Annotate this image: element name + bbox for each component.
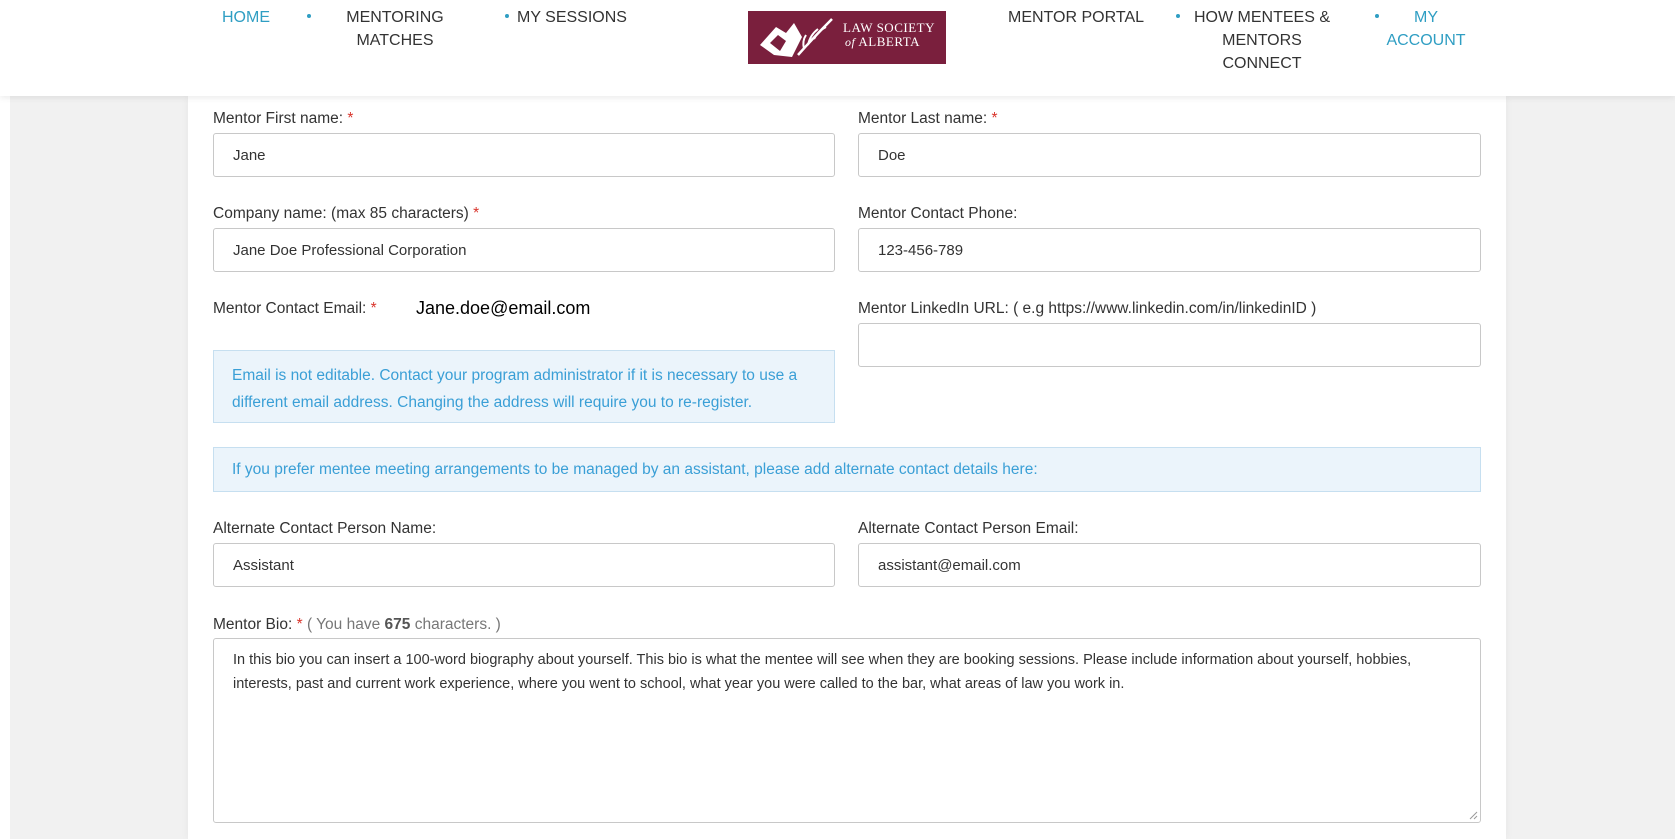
assistant-note: If you prefer mentee meeting arrangement…	[213, 447, 1481, 492]
logo-line1: LAW SOCIETY	[843, 20, 935, 35]
law-society-emblem-icon	[760, 18, 833, 57]
first-name-input[interactable]: Jane	[213, 133, 835, 177]
bio-label: Mentor Bio: * ( You have 675 characters.…	[213, 616, 501, 633]
first-name-label: Mentor First name: *	[213, 110, 354, 127]
nav-how-connect[interactable]: HOW MENTEES & MENTORS CONNECT	[1190, 6, 1334, 75]
phone-input[interactable]: 123-456-789	[858, 228, 1481, 272]
nav-mentor-portal[interactable]: MENTOR PORTAL	[1008, 6, 1144, 29]
logo-of: of	[845, 35, 856, 49]
resize-grip-icon[interactable]	[1468, 810, 1478, 820]
linkedin-label: Mentor LinkedIn URL: ( e.g https://www.l…	[858, 300, 1317, 317]
law-society-logo[interactable]: LAW SOCIETY of ALBERTA	[748, 11, 946, 64]
logo-alberta: ALBERTA	[858, 34, 921, 49]
site-header: HOME MENTORING MATCHES MY SESSIONS LAW S…	[0, 0, 1675, 96]
last-name-label: Mentor Last name: *	[858, 110, 998, 127]
email-value: Jane.doe@email.com	[416, 298, 591, 318]
company-input[interactable]: Jane Doe Professional Corporation	[213, 228, 835, 272]
nav-mentoring-matches[interactable]: MENTORING MATCHES	[336, 6, 454, 52]
linkedin-input[interactable]	[858, 323, 1481, 367]
bio-text: In this bio you can insert a 100-word bi…	[233, 652, 1412, 692]
nav-my-account[interactable]: MY ACCOUNT	[1384, 6, 1468, 52]
alt-email-label: Alternate Contact Person Email:	[858, 520, 1079, 537]
company-label: Company name: (max 85 characters) *	[213, 205, 480, 222]
nav-home[interactable]: HOME	[222, 6, 270, 29]
phone-label: Mentor Contact Phone:	[858, 205, 1018, 222]
last-name-input[interactable]: Doe	[858, 133, 1481, 177]
alt-name-input[interactable]: Assistant	[213, 543, 835, 587]
logo-text: LAW SOCIETY of ALBERTA	[843, 20, 935, 50]
alt-name-label: Alternate Contact Person Name:	[213, 520, 437, 537]
email-not-editable-note: Email is not editable. Contact your prog…	[213, 350, 835, 423]
email-label: Mentor Contact Email: *	[213, 300, 377, 317]
nav-my-sessions[interactable]: MY SESSIONS	[517, 6, 627, 29]
nav-bullet-icon	[505, 14, 509, 18]
bio-textarea[interactable]: In this bio you can insert a 100-word bi…	[213, 638, 1481, 823]
nav-bullet-icon	[1375, 14, 1379, 18]
nav-bullet-icon	[307, 14, 311, 18]
alt-email-input[interactable]: assistant@email.com	[858, 543, 1481, 587]
nav-bullet-icon	[1176, 14, 1180, 18]
bio-counter: ( You have 675 characters. )	[306, 616, 501, 633]
